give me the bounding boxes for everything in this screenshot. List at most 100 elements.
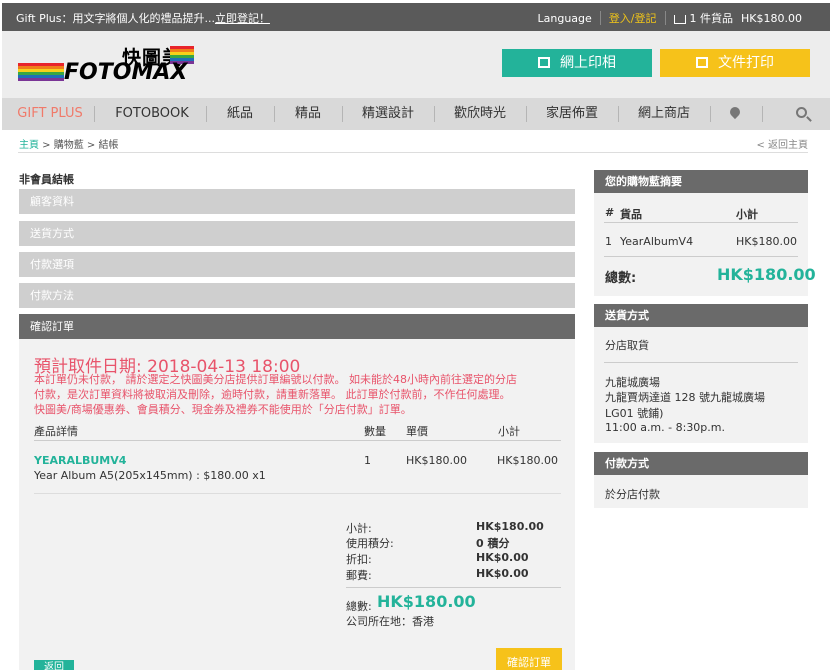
- cart-row-no: 1: [605, 235, 612, 248]
- nav-item-paper[interactable]: 紙品: [212, 98, 268, 130]
- promo-link[interactable]: 立即登記！: [215, 12, 270, 25]
- cart-total-value: HK$180.00: [717, 265, 816, 284]
- warning-line: 付款，是次訂單資料將被取消及刪除，逾時付款，請重新落單。 此訂單於付款前，不作任…: [34, 388, 511, 401]
- total-value: HK$180.00: [377, 592, 476, 611]
- payment-method: 於分店付款: [605, 488, 660, 501]
- divider: [604, 362, 798, 363]
- checkout-title: 非會員結帳: [19, 173, 74, 186]
- nav-item-home-decor[interactable]: 家居佈置: [534, 98, 610, 130]
- document-icon: [696, 57, 708, 68]
- cart-count[interactable]: 1 件貨品: [690, 10, 734, 26]
- fotomax-logo[interactable]: 快圖美 FOTOMAX: [18, 43, 198, 85]
- photo-print-button[interactable]: 網上印相: [502, 49, 652, 77]
- nav-item-gift-plus[interactable]: GIFT PLUS: [14, 98, 86, 130]
- divider: [604, 222, 798, 223]
- store-name: 九龍城廣場: [605, 376, 660, 389]
- step-confirm-order[interactable]: 確認訂單: [19, 314, 575, 339]
- document-print-button[interactable]: 文件打印: [660, 49, 810, 77]
- shipping-value: HK$0.00: [476, 567, 529, 580]
- back-home-link[interactable]: < 返回主頁: [756, 136, 808, 151]
- nav-divider: [434, 106, 435, 122]
- nav-divider: [526, 106, 527, 122]
- promo-banner: Gift Plus：用文字將個人化的禮品提升...立即登記！: [16, 10, 270, 26]
- nav-divider: [206, 106, 207, 122]
- cart-total[interactable]: HK$180.00: [741, 12, 802, 25]
- nav-item-gifts[interactable]: 精品: [280, 98, 336, 130]
- discount-value: HK$0.00: [476, 551, 529, 564]
- logo-stripes: [18, 63, 64, 81]
- subtotal-label: 小計:: [346, 522, 372, 535]
- photo-print-label: 網上印相: [560, 55, 616, 71]
- nav-item-fotobook[interactable]: FOTOBOOK: [106, 98, 198, 130]
- nav-divider: [618, 106, 619, 122]
- breadcrumb-home[interactable]: 主頁: [19, 140, 39, 151]
- col-header-subtotal: 小計: [498, 425, 520, 438]
- nav-item-happy-moments[interactable]: 歡欣時光: [442, 98, 518, 130]
- document-print-label: 文件打印: [718, 55, 774, 71]
- cart-col-no: #: [605, 206, 615, 219]
- nav-divider: [274, 106, 275, 122]
- product-name: YEARALBUMV4: [34, 454, 127, 467]
- divider: [599, 11, 601, 25]
- cart-col-subtotal: 小計: [736, 208, 758, 221]
- discount-label: 折扣:: [346, 553, 372, 566]
- points-value: 0 積分: [476, 537, 510, 550]
- login-link[interactable]: 登入/登記: [609, 10, 657, 26]
- col-header-product: 產品詳情: [34, 425, 78, 438]
- product-qty: 1: [364, 454, 371, 467]
- company-location: 公司所在地：香港: [346, 615, 434, 628]
- language-selector[interactable]: Language: [538, 12, 592, 25]
- cart-summary-title: 您的購物藍摘要: [594, 170, 808, 193]
- divider: [346, 587, 561, 588]
- subtotal-value: HK$180.00: [476, 520, 544, 533]
- breadcrumb-checkout: 結帳: [98, 140, 119, 151]
- divider: [604, 256, 798, 257]
- step-payment-options[interactable]: 付款選項: [19, 252, 575, 277]
- main-nav: GIFT PLUS FOTOBOOK 紙品 精品 精選設計 歡欣時光 家居佈置 …: [2, 98, 830, 130]
- payment-method-title: 付款方式: [594, 452, 808, 475]
- store-address-line1: 九龍賈炳達道 128 號九龍城廣場: [605, 391, 765, 404]
- cart-row-item: YearAlbumV4: [620, 235, 694, 248]
- breadcrumb-cart[interactable]: 購物藍: [54, 140, 84, 151]
- cart-icon[interactable]: [673, 14, 686, 24]
- cart-row-subtotal: HK$180.00: [736, 235, 797, 248]
- product-description: Year Album A5(205x145mm) : $180.00 x1: [34, 469, 266, 482]
- shipping-method: 分店取貨: [605, 339, 649, 352]
- cart-total-label: 總數:: [605, 271, 637, 286]
- site-header: 快圖美 FOTOMAX 網上印相 文件打印: [2, 31, 830, 98]
- col-header-qty: 數量: [364, 425, 386, 438]
- breadcrumb: 主頁 > 購物藍 > 結帳: [19, 140, 119, 151]
- print-icon: [538, 57, 550, 68]
- product-subtotal: HK$180.00: [497, 454, 558, 467]
- shipping-method-title: 送貨方式: [594, 304, 808, 327]
- product-unit-price: HK$180.00: [406, 454, 467, 467]
- back-button[interactable]: 返回: [34, 660, 74, 670]
- shipping-label: 郵費:: [346, 569, 372, 582]
- nav-divider: [710, 106, 711, 122]
- step-payment-method[interactable]: 付款方法: [19, 283, 575, 308]
- top-bar-right: Language 登入/登記 1 件貨品 HK$180.00: [538, 10, 802, 26]
- warning-line: 快圖美/商場優惠券、會員積分、現金券及禮券不能使用於「分店付款」訂單。: [34, 403, 412, 416]
- divider: [34, 493, 561, 494]
- logo-english-text: FOTOMAX: [64, 60, 188, 85]
- store-address-line2: LG01 號鋪): [605, 407, 664, 420]
- col-header-unit-price: 單價: [406, 425, 428, 438]
- location-pin-icon[interactable]: [727, 104, 743, 120]
- total-label: 總數:: [346, 600, 372, 613]
- divider: [18, 152, 808, 153]
- search-icon[interactable]: [796, 107, 807, 118]
- nav-item-online-shop[interactable]: 網上商店: [626, 98, 702, 130]
- nav-item-featured-design[interactable]: 精選設計: [350, 98, 426, 130]
- top-bar: Gift Plus：用文字將個人化的禮品提升...立即登記！ Language …: [2, 3, 830, 31]
- divider: [664, 11, 666, 25]
- nav-divider: [94, 106, 95, 122]
- nav-divider: [342, 106, 343, 122]
- step-customer-info[interactable]: 顧客資料: [19, 189, 575, 214]
- divider: [34, 440, 561, 441]
- points-label: 使用積分:: [346, 537, 394, 550]
- confirm-order-button[interactable]: 確認訂單: [496, 648, 562, 670]
- cart-col-item: 貨品: [620, 208, 642, 221]
- payment-warning: 本訂單仍未付款， 請於選定之快圖美分店提供訂單編號以付款。 如未能於48小時內前…: [34, 372, 564, 417]
- step-delivery-method[interactable]: 送貨方式: [19, 221, 575, 246]
- nav-divider: [762, 106, 763, 122]
